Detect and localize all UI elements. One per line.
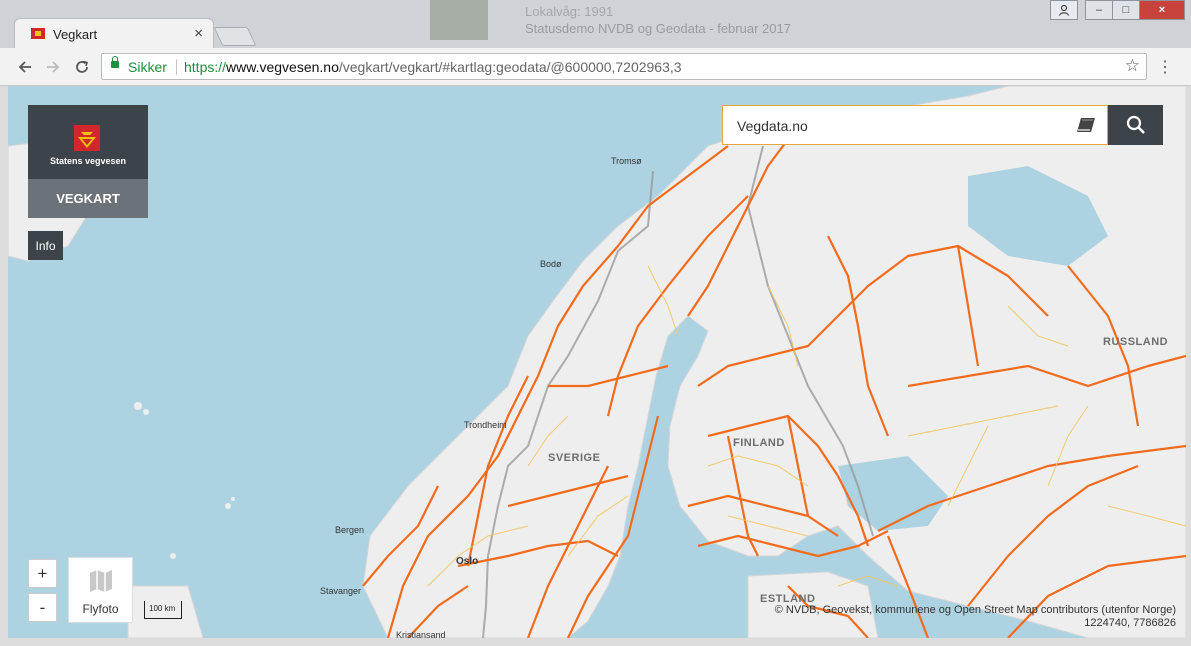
zoom-in-button[interactable]: + bbox=[28, 559, 57, 588]
close-window-button[interactable]: × bbox=[1139, 0, 1185, 20]
city-label-trondheim: Trondheim bbox=[464, 420, 507, 430]
address-bar[interactable]: Sikker https://www.vegvesen.no/vegkart/v… bbox=[101, 53, 1147, 80]
book-icon[interactable] bbox=[1075, 116, 1097, 134]
search-input-value: Vegdata.no bbox=[737, 118, 808, 134]
lock-icon bbox=[111, 56, 119, 68]
country-label-russland: RUSSLAND bbox=[1103, 336, 1169, 348]
search-button[interactable] bbox=[1108, 105, 1163, 145]
window-titlebar: Lokalvåg: 1991 Statusdemo NVDB og Geodat… bbox=[0, 0, 1191, 48]
security-label: Sikker bbox=[128, 59, 167, 75]
arrow-left-icon[interactable] bbox=[14, 56, 36, 78]
reload-icon[interactable] bbox=[71, 56, 93, 78]
browser-tab[interactable]: Vegkart × bbox=[14, 18, 214, 48]
search-icon bbox=[1126, 115, 1145, 134]
flyfoto-button[interactable]: Flyfoto bbox=[68, 557, 133, 623]
tab-close-button[interactable]: × bbox=[194, 25, 203, 42]
coordinate-readout: 1224740, 7786826 bbox=[1084, 617, 1176, 629]
app-name: VEGKART bbox=[28, 179, 148, 218]
kebab-menu-icon[interactable]: ⋮ bbox=[1157, 57, 1173, 77]
flyfoto-label: Flyfoto bbox=[82, 602, 119, 616]
address-separator bbox=[176, 59, 177, 75]
background-window-line1: Lokalvåg: 1991 bbox=[525, 4, 614, 19]
logo-text: Statens vegvesen bbox=[49, 156, 127, 166]
browser-toolbar: Sikker https://www.vegvesen.no/vegkart/v… bbox=[0, 48, 1191, 86]
background-window-line2: Statusdemo NVDB og Geodata - februar 201… bbox=[525, 21, 791, 36]
info-button[interactable]: Info bbox=[28, 231, 63, 260]
map-canvas[interactable]: Tromsø Bodø Trondheim Bergen Oslo Stavan… bbox=[8, 86, 1186, 638]
zoom-out-button[interactable]: - bbox=[28, 593, 57, 622]
search-input[interactable]: Vegdata.no bbox=[722, 105, 1108, 145]
scale-label: 100 km bbox=[149, 604, 176, 613]
user-profile-icon[interactable] bbox=[1050, 0, 1078, 20]
city-label-bergen: Bergen bbox=[335, 525, 365, 535]
window-controls: – □ × bbox=[1050, 0, 1185, 20]
arrow-right-icon[interactable] bbox=[42, 56, 64, 78]
background-window: Lokalvåg: 1991 Statusdemo NVDB og Geodat… bbox=[430, 0, 850, 42]
app-logo-panel[interactable]: Statens vegvesen VEGKART bbox=[28, 105, 148, 218]
minimize-button[interactable]: – bbox=[1085, 0, 1113, 20]
attribution-text: © NVDB, Geovekst, kommunene og Open Stre… bbox=[774, 604, 1176, 616]
country-label-finland: FINLAND bbox=[733, 437, 785, 449]
city-label-stavanger: Stavanger bbox=[320, 586, 362, 596]
url-host: www.vegvesen.no bbox=[226, 59, 339, 75]
statens-vegvesen-logo-icon bbox=[74, 125, 100, 151]
map-graphics bbox=[8, 86, 1186, 638]
city-label-bodo: Bodø bbox=[540, 259, 562, 269]
tab-title: Vegkart bbox=[53, 27, 98, 42]
country-label-sverige: SVERIGE bbox=[548, 452, 601, 464]
city-label-tromso: Tromsø bbox=[611, 156, 642, 166]
city-label-oslo: Oslo bbox=[456, 556, 479, 567]
url-scheme: https:// bbox=[184, 59, 227, 75]
map-layer-icon bbox=[90, 570, 112, 592]
city-label-kristiansand: Kristiansand bbox=[396, 630, 446, 638]
url-text[interactable]: https://www.vegvesen.no/vegkart/vegkart/… bbox=[184, 59, 682, 75]
favicon-icon bbox=[31, 28, 45, 39]
map-attribution: © NVDB, Geovekst, kommunene og Open Stre… bbox=[775, 604, 1176, 630]
logo-block: Statens vegvesen bbox=[28, 105, 148, 179]
star-icon[interactable]: ☆ bbox=[1125, 56, 1140, 76]
maximize-button[interactable]: □ bbox=[1112, 0, 1140, 20]
scale-bar: 100 km bbox=[144, 601, 182, 621]
new-tab-button[interactable] bbox=[213, 27, 257, 46]
background-thumbnail bbox=[430, 0, 488, 40]
url-path: /vegkart/vegkart/#kartlag:geodata/@60000… bbox=[338, 59, 682, 75]
